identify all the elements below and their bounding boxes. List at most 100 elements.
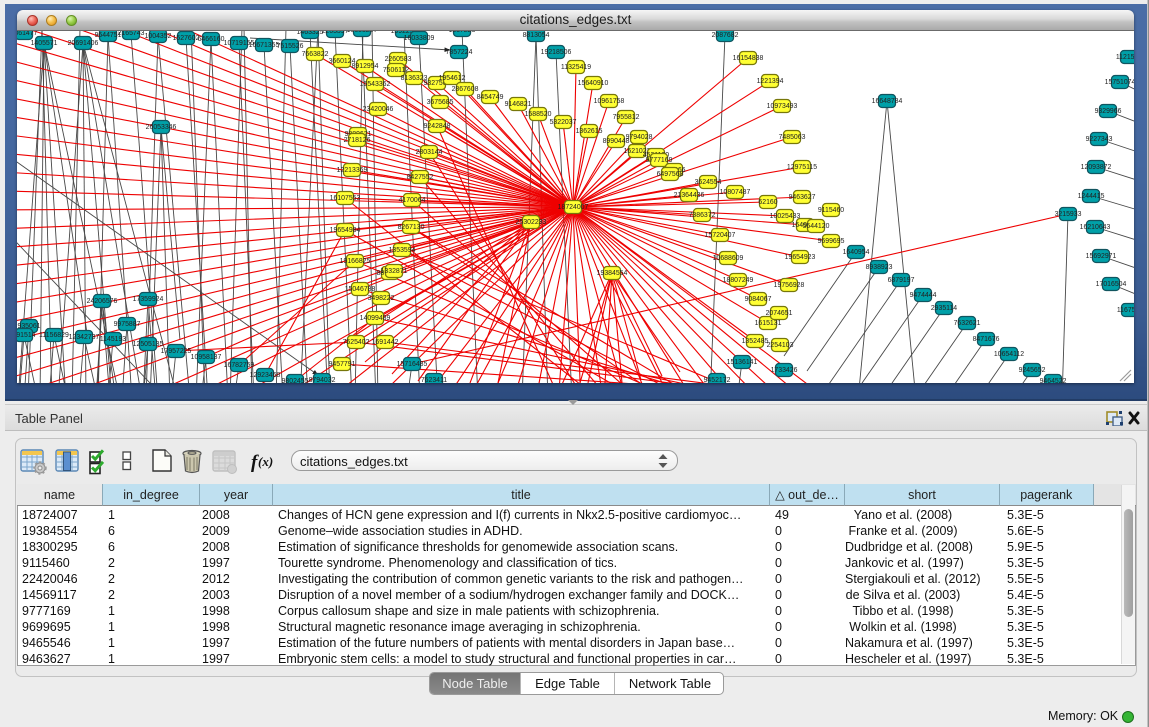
svg-text:2803144: 2803144	[416, 149, 443, 156]
svg-text:2935114: 2935114	[931, 305, 957, 312]
svg-text:16154838: 16154838	[733, 55, 764, 62]
svg-text:20691406: 20691406	[68, 40, 99, 47]
svg-text:1405571: 1405571	[31, 40, 58, 47]
svg-text:12923468: 12923468	[250, 372, 281, 379]
svg-text:17016504: 17016504	[1096, 281, 1127, 288]
svg-text:12975115: 12975115	[787, 164, 817, 171]
svg-text:9699695: 9699695	[818, 238, 845, 245]
svg-text:8813054: 8813054	[523, 32, 550, 39]
svg-text:21364436: 21364436	[674, 192, 705, 199]
svg-text:8427552: 8427552	[407, 174, 434, 181]
svg-text:1221394: 1221394	[757, 78, 784, 85]
svg-text:8912954: 8912954	[352, 63, 379, 70]
svg-text:6879197: 6879197	[888, 277, 915, 284]
svg-text:9146821: 9146821	[505, 101, 532, 108]
svg-text:6497568: 6497568	[657, 171, 684, 178]
svg-text:1362615: 1362615	[576, 128, 603, 135]
svg-text:1954612: 1954612	[439, 75, 466, 82]
svg-text:2165743: 2165743	[118, 31, 145, 37]
svg-text:9975887: 9975887	[114, 321, 141, 328]
svg-text:8794032: 8794032	[309, 377, 336, 383]
svg-text:7515526: 7515526	[277, 43, 304, 50]
svg-text:1691442: 1691442	[372, 339, 399, 346]
svg-text:10958137: 10958137	[191, 354, 222, 361]
svg-text:2263397: 2263397	[322, 31, 349, 35]
svg-text:18724007: 18724007	[558, 204, 589, 211]
svg-text:10654112: 10654112	[994, 351, 1024, 358]
svg-text:1121513: 1121513	[1116, 54, 1134, 61]
svg-text:6466160: 6466160	[198, 36, 225, 43]
svg-text:3624554: 3624554	[695, 179, 722, 186]
svg-text:9242848: 9242848	[424, 123, 451, 130]
svg-text:10961758: 10961758	[594, 98, 625, 105]
svg-text:7632621: 7632621	[954, 320, 981, 327]
svg-text:8938923: 8938923	[866, 264, 893, 271]
svg-text:9115460: 9115460	[818, 207, 844, 214]
svg-text:19654923: 19654923	[785, 254, 816, 261]
svg-text:391514: 391514	[17, 332, 36, 339]
svg-text:15692971: 15692971	[1086, 253, 1117, 260]
svg-text:1527602: 1527602	[173, 35, 200, 42]
svg-text:16033809: 16033809	[404, 35, 435, 42]
svg-text:19166825: 19166825	[340, 258, 371, 265]
svg-text:1332871: 1332871	[381, 268, 408, 275]
svg-text:1004352: 1004352	[145, 33, 172, 40]
svg-text:23420046: 23420046	[363, 106, 394, 113]
svg-text:19756928: 19756928	[774, 282, 805, 289]
svg-text:2254103: 2254103	[767, 342, 794, 349]
svg-text:19654984: 19654984	[330, 227, 361, 234]
svg-text:14099489: 14099489	[360, 315, 391, 322]
svg-text:16107553: 16107553	[330, 195, 361, 202]
svg-text:5322037: 5322037	[550, 119, 577, 126]
svg-text:1640954: 1640954	[843, 249, 870, 256]
svg-text:2087682: 2087682	[712, 32, 739, 39]
svg-text:10653267: 10653267	[347, 31, 378, 34]
svg-text:3675685: 3675685	[427, 99, 454, 106]
svg-text:2074651: 2074651	[766, 310, 793, 317]
svg-text:1145193: 1145193	[100, 336, 126, 343]
svg-text:9245652: 9245652	[1019, 367, 1046, 374]
svg-text:15751074: 15751074	[1105, 79, 1134, 86]
svg-text:9084067: 9084067	[745, 296, 772, 303]
svg-text:7625402: 7625402	[343, 339, 370, 346]
svg-text:12093872: 12093872	[1081, 164, 1112, 171]
svg-text:15716485: 15716485	[397, 361, 428, 368]
svg-text:11325419: 11325419	[561, 64, 591, 71]
svg-text:9474444: 9474444	[910, 292, 937, 299]
svg-text:3498222: 3498222	[368, 295, 395, 302]
svg-text:17957225: 17957225	[161, 348, 192, 355]
svg-text:19218506: 19218506	[541, 49, 572, 56]
svg-text:1352485: 1352485	[742, 338, 769, 345]
svg-text:15720407: 15720407	[705, 232, 736, 239]
svg-text:7663822: 7663822	[302, 51, 329, 58]
svg-text:9329966: 9329966	[1095, 108, 1122, 115]
svg-text:26053346: 26053346	[146, 124, 177, 131]
svg-text:1588520: 1588520	[525, 111, 552, 118]
svg-text:5644120: 5644120	[803, 223, 830, 230]
svg-text:(x): (x)	[258, 454, 273, 469]
svg-text:10973493: 10973493	[767, 103, 798, 110]
svg-text:19384554: 19384554	[597, 270, 628, 277]
svg-text:1357225: 1357225	[449, 31, 476, 34]
svg-text:8454749: 8454749	[477, 94, 504, 101]
svg-text:2867608: 2867608	[452, 86, 479, 93]
svg-text:25302233: 25302233	[516, 219, 547, 226]
svg-text:12213369: 12213369	[337, 167, 368, 174]
svg-text:7386372: 7386372	[689, 212, 716, 219]
svg-text:7857224: 7857224	[446, 49, 473, 56]
svg-text:1167534: 1167534	[1117, 307, 1134, 314]
svg-text:16543362: 16543362	[360, 81, 391, 88]
svg-text:16782759: 16782759	[224, 362, 255, 369]
svg-text:1353594: 1353594	[389, 247, 416, 254]
svg-text:7955812: 7955812	[613, 114, 640, 121]
svg-text:1861477: 1861477	[17, 31, 38, 37]
svg-text:1244415: 1244415	[1078, 193, 1105, 200]
svg-text:9452172: 9452172	[704, 377, 731, 383]
svg-text:11156829: 11156829	[39, 332, 69, 339]
svg-text:8267130: 8267130	[398, 224, 425, 231]
svg-text:15136141: 15136141	[727, 359, 758, 366]
svg-text:1733426: 1733426	[771, 367, 798, 374]
svg-text:9463627: 9463627	[789, 194, 816, 201]
svg-text:16210643: 16210643	[1080, 224, 1111, 231]
svg-text:16648784: 16648784	[872, 98, 903, 105]
